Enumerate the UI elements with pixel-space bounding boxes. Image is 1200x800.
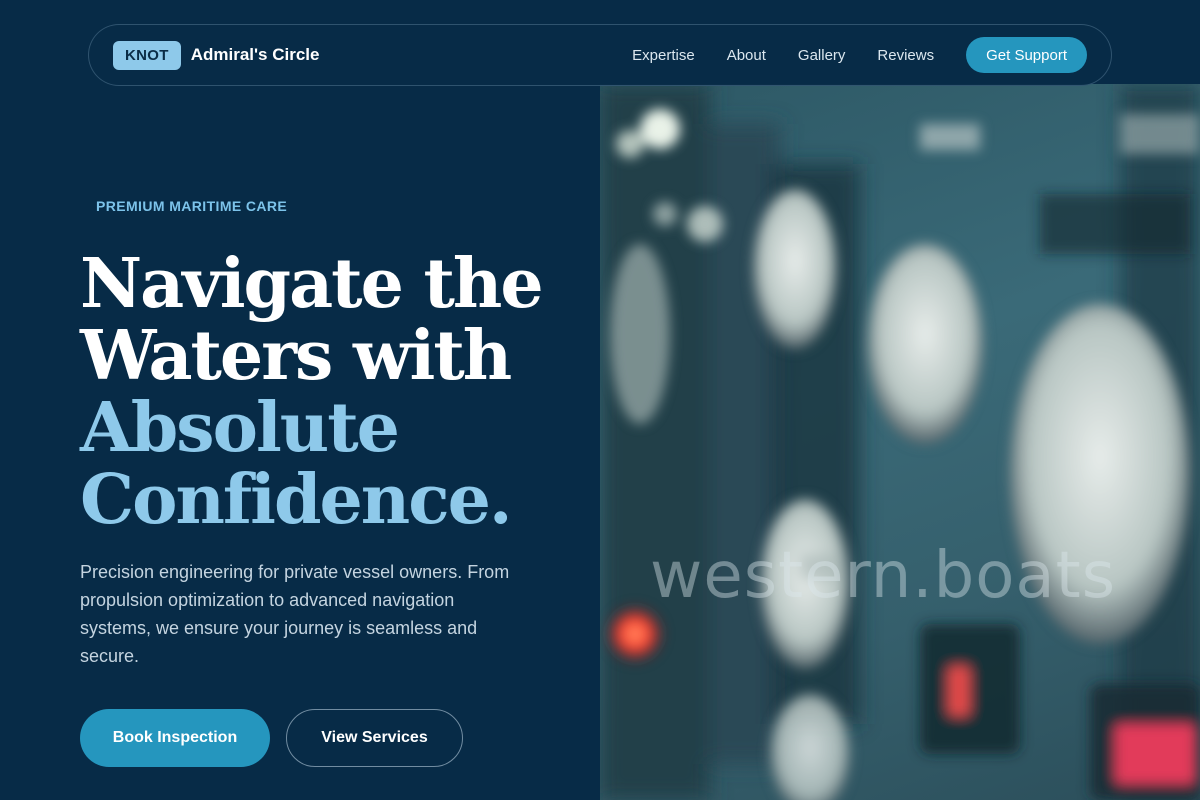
hero-photo: western.boats	[600, 84, 1200, 800]
get-support-button[interactable]: Get Support	[966, 37, 1087, 73]
brand-name[interactable]: Admiral's Circle	[191, 45, 320, 65]
headline-accent-line-1: Absolute	[80, 388, 400, 468]
nav-link-reviews[interactable]: Reviews	[877, 47, 934, 64]
hero-description: Precision engineering for private vessel…	[80, 562, 510, 666]
headline-accent-line-2: Confidence.	[80, 460, 513, 540]
nav-link-gallery[interactable]: Gallery	[798, 47, 846, 64]
logo-badge[interactable]: KNOT	[113, 40, 181, 70]
headline-line-1: Navigate the	[80, 244, 544, 324]
nav-link-expertise[interactable]: Expertise	[632, 47, 695, 64]
nav-links: Expertise About Gallery Reviews Get Supp…	[632, 37, 1087, 73]
headline-line-2: Waters with	[80, 316, 512, 396]
top-nav: KNOT Admiral's Circle Expertise About Ga…	[88, 24, 1112, 86]
book-inspection-button[interactable]: Book Inspection	[80, 709, 270, 767]
hero-headline: Navigate the Waters with Absolute Confid…	[80, 248, 600, 536]
nav-link-about[interactable]: About	[727, 47, 766, 64]
view-services-button[interactable]: View Services	[286, 709, 463, 767]
watermark-text: western.boats	[650, 539, 1117, 613]
gauge-panel-illustration	[600, 84, 1200, 800]
hero-eyebrow: PREMIUM MARITIME CARE	[96, 198, 288, 214]
